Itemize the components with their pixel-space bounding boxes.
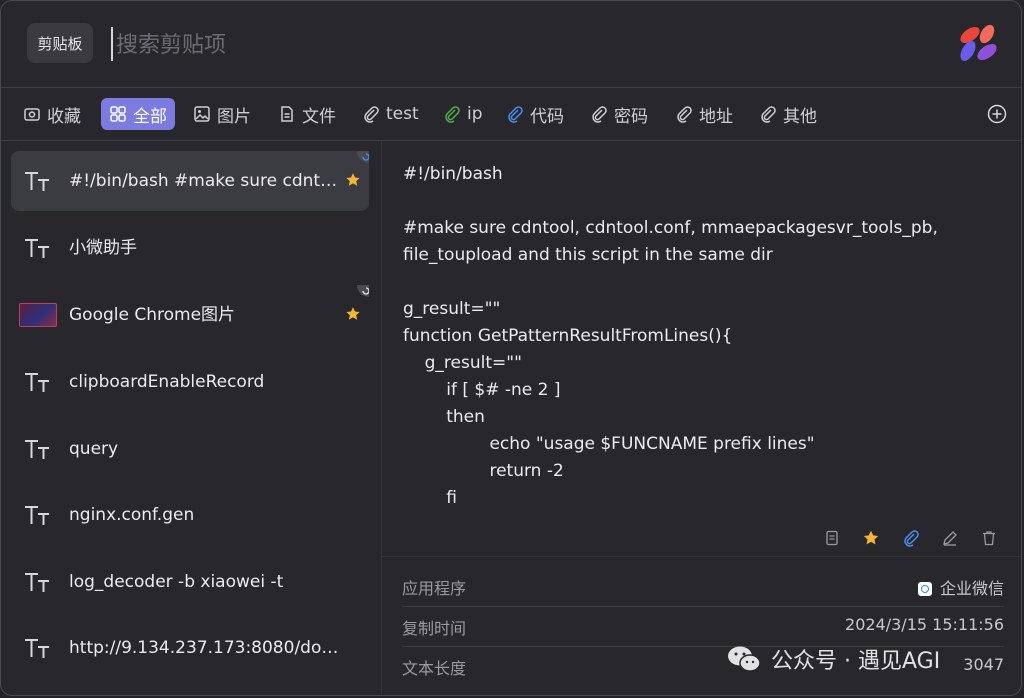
code-line: g_result="" bbox=[403, 353, 522, 373]
code-line: file_toupload and this script in the sam… bbox=[403, 245, 773, 265]
list-item-label: #!/bin/bash #make sure cdntool… bbox=[69, 171, 339, 191]
paperclip-icon bbox=[362, 105, 380, 123]
tab-label: 收藏 bbox=[47, 106, 81, 127]
meta-value: 企业微信 bbox=[917, 575, 1004, 599]
text-icon bbox=[25, 506, 49, 525]
meta-value: 3047 bbox=[963, 655, 1004, 674]
meta-label: 文本长度 bbox=[402, 659, 467, 678]
tab-label: 地址 bbox=[699, 106, 733, 127]
tab-label: 文件 bbox=[302, 106, 336, 127]
code-line: g_result="" bbox=[403, 299, 501, 319]
code-line: #make sure cdntool, cdntool.conf, mmaepa… bbox=[403, 218, 938, 238]
meta-label: 应用程序 bbox=[402, 579, 467, 598]
wecom-icon bbox=[917, 582, 932, 596]
category-tag-icon bbox=[357, 151, 369, 163]
paperclip-icon bbox=[506, 105, 524, 123]
tab-label: 密码 bbox=[614, 106, 648, 127]
search-bar: 剪贴板 bbox=[1, 1, 1021, 88]
note-icon[interactable] bbox=[823, 529, 841, 547]
tab-label: ip bbox=[467, 104, 483, 124]
text-cursor bbox=[111, 27, 113, 61]
wechat-icon bbox=[728, 646, 761, 672]
add-category-icon[interactable] bbox=[987, 104, 1007, 124]
tab-passwords[interactable]: 密码 bbox=[590, 98, 648, 130]
list-item-label: clipboardEnableRecord bbox=[69, 372, 265, 392]
app-logo-icon bbox=[960, 24, 997, 61]
list-item-label: Google Chrome图片 bbox=[69, 305, 236, 325]
clipboard-chip[interactable]: 剪贴板 bbox=[27, 23, 93, 63]
list-item[interactable]: log_decoder -b xiaowei -t bbox=[11, 552, 369, 612]
watermark: 公众号 · 遇见AGI bbox=[727, 641, 940, 677]
image-thumbnail bbox=[19, 303, 57, 327]
divider bbox=[382, 556, 1021, 557]
meta-application: 应用程序 企业微信 bbox=[402, 567, 1004, 607]
paperclip-icon bbox=[675, 105, 693, 123]
star-icon[interactable] bbox=[862, 529, 880, 547]
list-item[interactable]: 小微助手 bbox=[11, 218, 369, 278]
search-input[interactable] bbox=[114, 25, 818, 65]
list-item[interactable]: #!/bin/bash #make sure cdntool… bbox=[11, 151, 369, 211]
clipboard-history-list: #!/bin/bash #make sure cdntool… 小微助手 Goo… bbox=[1, 141, 382, 695]
list-item[interactable]: nginx.conf.gen bbox=[11, 485, 369, 545]
text-icon bbox=[25, 172, 49, 191]
tab-files[interactable]: 文件 bbox=[278, 98, 336, 130]
list-item-label: log_decoder -b xiaowei -t bbox=[69, 572, 284, 592]
tab-test[interactable]: test bbox=[362, 98, 419, 130]
meta-label: 复制时间 bbox=[402, 619, 467, 638]
tab-ip[interactable]: ip bbox=[443, 98, 483, 130]
camera-icon bbox=[23, 105, 41, 123]
code-line: then bbox=[403, 407, 485, 427]
tab-label: test bbox=[386, 104, 419, 124]
tab-addresses[interactable]: 地址 bbox=[675, 98, 733, 130]
image-icon bbox=[193, 105, 211, 123]
tab-label: 图片 bbox=[217, 106, 251, 127]
category-tabs: 收藏 全部 图片 文件 test ip 代码 密码 地址 其他 bbox=[1, 88, 1021, 141]
code-line: fi bbox=[403, 488, 457, 508]
tab-favorites[interactable]: 收藏 bbox=[23, 98, 81, 130]
category-tag-icon bbox=[357, 285, 369, 297]
clipboard-window: 剪贴板 收藏 全部 图片 文件 test bbox=[0, 0, 1022, 696]
code-line: return -2 bbox=[403, 461, 564, 481]
meta-value: 2024/3/15 15:11:56 bbox=[845, 615, 1004, 634]
content-preview[interactable]: #!/bin/bash #make sure cdntool, cdntool.… bbox=[403, 161, 1003, 521]
code-line: function GetPatternResultFromLines(){ bbox=[403, 326, 733, 346]
list-item[interactable]: clipboardEnableRecord bbox=[11, 352, 369, 412]
text-icon bbox=[25, 239, 49, 258]
grid-icon bbox=[109, 105, 127, 123]
tab-label: 全部 bbox=[133, 106, 167, 127]
list-item[interactable]: Google Chrome图片 bbox=[11, 285, 369, 345]
list-item-label: query bbox=[69, 439, 119, 459]
preview-actions bbox=[821, 529, 1001, 547]
tab-all[interactable]: 全部 bbox=[101, 98, 175, 130]
list-item-label: 小微助手 bbox=[69, 238, 137, 258]
text-icon bbox=[25, 639, 49, 658]
tab-images[interactable]: 图片 bbox=[193, 98, 251, 130]
star-icon[interactable] bbox=[345, 172, 361, 188]
text-icon bbox=[25, 373, 49, 392]
star-icon[interactable] bbox=[345, 306, 361, 322]
list-item[interactable]: query bbox=[11, 419, 369, 479]
tab-code[interactable]: 代码 bbox=[506, 98, 564, 130]
trash-icon[interactable] bbox=[980, 529, 998, 547]
paperclip-icon[interactable] bbox=[902, 529, 920, 547]
list-item-label: http://9.134.237.173:8080/download bbox=[69, 638, 339, 658]
code-line: #!/bin/bash bbox=[403, 164, 503, 184]
tab-label: 代码 bbox=[530, 106, 564, 127]
code-line: echo "usage $FUNCNAME prefix lines" bbox=[403, 434, 815, 454]
list-item[interactable]: http://9.134.237.173:8080/download bbox=[11, 618, 369, 678]
edit-icon[interactable] bbox=[941, 529, 959, 547]
tab-label: 其他 bbox=[783, 106, 817, 127]
text-icon bbox=[25, 573, 49, 592]
paperclip-icon bbox=[759, 105, 777, 123]
paperclip-icon bbox=[443, 105, 461, 123]
text-icon bbox=[25, 440, 49, 459]
code-line: if [ $# -ne 2 ] bbox=[403, 380, 561, 400]
tab-other[interactable]: 其他 bbox=[759, 98, 817, 130]
file-icon bbox=[278, 105, 296, 123]
list-item-label: nginx.conf.gen bbox=[69, 505, 195, 525]
paperclip-icon bbox=[590, 105, 608, 123]
watermark-text: 公众号 · 遇见AGI bbox=[771, 649, 941, 674]
